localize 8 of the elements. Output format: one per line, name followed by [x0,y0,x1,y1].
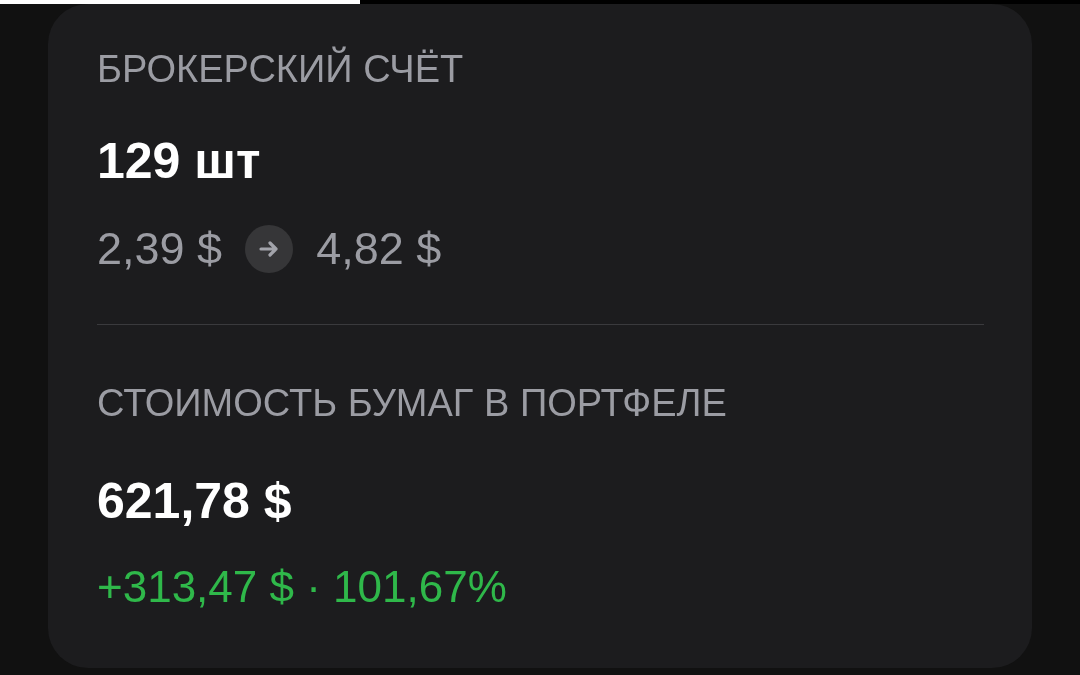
portfolio-value: 621,78 $ [97,472,292,530]
section-title: СТОИМОСТЬ БУМАГ В ПОРТФЕЛЕ [97,381,727,426]
arrow-right-icon [245,225,294,273]
price-from: 2,39 $ [97,223,223,275]
quantity-value: 129 шт [97,132,261,190]
value-change: +313,47 $ · 101,67% [97,561,507,613]
price-to: 4,82 $ [316,223,442,275]
section-title: БРОКЕРСКИЙ СЧЁТ [97,46,464,92]
